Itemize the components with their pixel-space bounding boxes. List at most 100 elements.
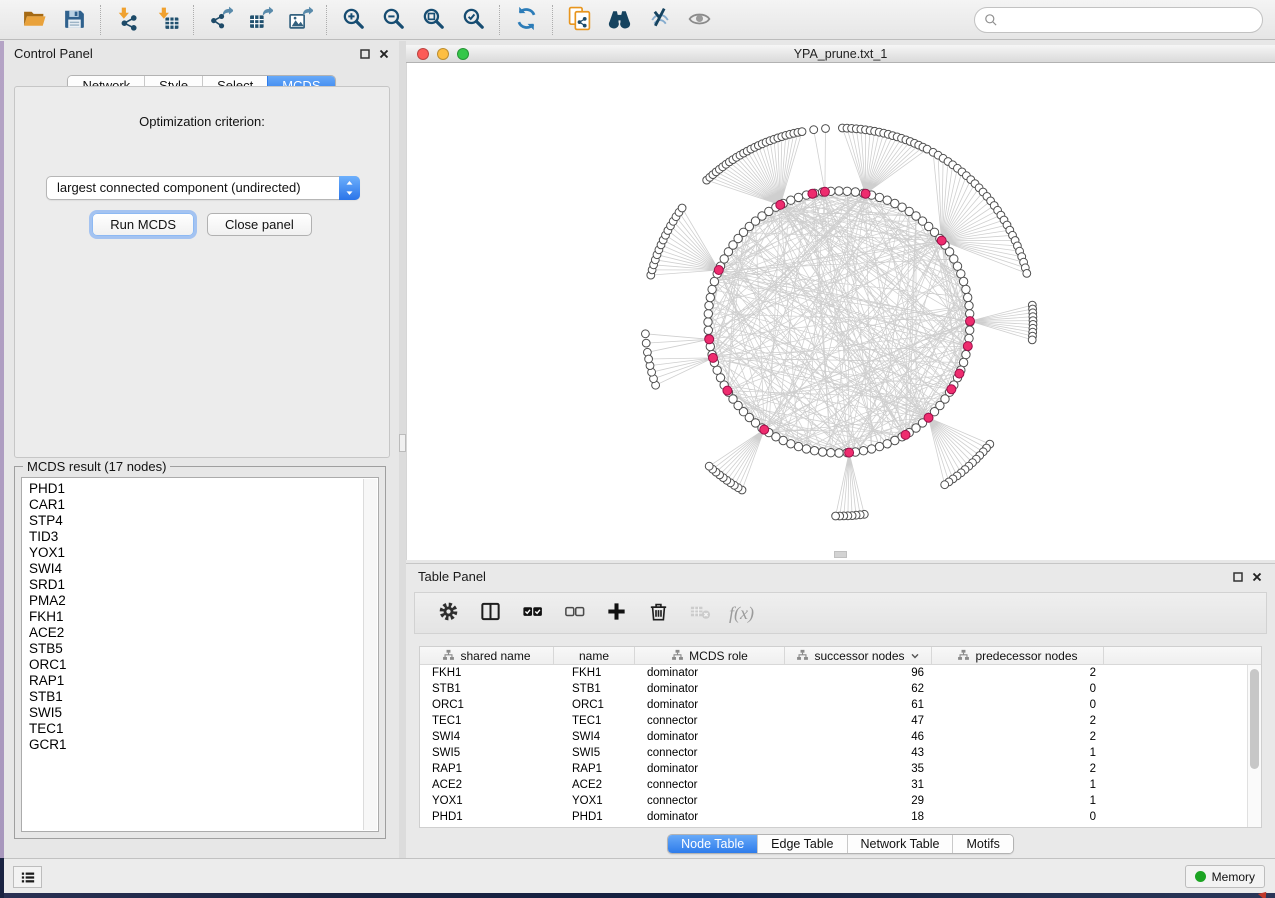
table-row[interactable]: SWI5SWI5connector431 [420,745,1247,761]
status-bar: Memory [4,858,1275,893]
mcds-result-node[interactable]: SWI4 [29,561,378,577]
deselect-all-rows-button[interactable] [561,600,588,627]
float-panel-button[interactable] [358,47,372,61]
table-cell: TEC1 [420,713,554,729]
share-document-button[interactable] [564,5,594,35]
table-cell: ACE2 [554,777,635,793]
mcds-result-node[interactable]: FKH1 [29,609,378,625]
mcds-result-node[interactable]: ORC1 [29,657,378,673]
splitter-handle[interactable] [399,434,406,452]
table-row[interactable]: ACE2ACE2connector311 [420,777,1247,793]
column-header-name[interactable]: name [554,647,635,664]
result-list-scrollbar[interactable] [363,479,377,830]
horizontal-splitter-handle[interactable] [834,551,847,558]
table-row[interactable]: TEC1TEC1connector472 [420,713,1247,729]
table-settings-button[interactable] [435,600,462,627]
table-cell: 1 [932,745,1104,761]
export-network-button[interactable] [205,5,235,35]
table-cell: connector [635,745,785,761]
table-tab-node-table[interactable]: Node Table [668,835,757,853]
table-row[interactable]: RAP1RAP1dominator352 [420,761,1247,777]
table-cell: 2 [932,713,1104,729]
memory-button[interactable]: Memory [1185,865,1265,888]
column-header-predecessor-nodes[interactable]: predecessor nodes [932,647,1104,664]
mcds-result-node[interactable]: PMA2 [29,593,378,609]
table-scrollbar-thumb[interactable] [1250,669,1259,769]
mcds-result-node[interactable]: TEC1 [29,721,378,737]
mcds-result-node[interactable]: SWI5 [29,705,378,721]
table-tab-network-table[interactable]: Network Table [847,835,953,853]
column-header-shared-name[interactable]: shared name [420,647,554,664]
mcds-result-node[interactable]: PHD1 [29,481,378,497]
table-row[interactable]: PHD1PHD1dominator180 [420,809,1247,825]
mcds-result-node[interactable]: YOX1 [29,545,378,561]
zoom-fit-button[interactable] [418,5,448,35]
table-cell: ORC1 [554,697,635,713]
select-all-rows-button[interactable] [519,600,546,627]
mcds-result-node[interactable]: STB5 [29,641,378,657]
show-graphics-details-button[interactable] [684,5,714,35]
table-cell: 0 [932,697,1104,713]
toggle-graphics-details-button[interactable] [644,5,674,35]
table-panel-header: Table Panel [406,564,1275,590]
mcds-result-list[interactable]: PHD1CAR1STP4TID3YOX1SWI4SRD1PMA2FKH1ACE2… [21,477,379,832]
table-cell: dominator [635,761,785,777]
table-tab-edge-table[interactable]: Edge Table [757,835,846,853]
table-cell: SWI5 [554,745,635,761]
mcds-result-node[interactable]: STP4 [29,513,378,529]
float-table-panel-button[interactable] [1231,570,1245,584]
mcds-result-node[interactable]: CAR1 [29,497,378,513]
table-cell: 96 [785,665,932,681]
mcds-tab-content: Optimization criterion: largest connecte… [14,86,390,458]
close-panel-button[interactable] [377,47,391,61]
mcds-result-node[interactable]: STB1 [29,689,378,705]
optimization-criterion-select[interactable]: largest connected component (undirected) [46,176,360,200]
network-canvas[interactable] [406,63,1275,560]
column-header-MCDS-role[interactable]: MCDS role [635,647,785,664]
table-cell: dominator [635,681,785,697]
network-graph[interactable] [407,63,1275,560]
table-cell: RAP1 [420,761,554,777]
mcds-result-node[interactable]: GCR1 [29,737,378,753]
toggle-columns-button[interactable] [477,600,504,627]
zoom-out-icon [381,6,406,34]
list-icon [19,869,36,886]
vertical-splitter[interactable] [399,41,406,858]
zoom-selected-button[interactable] [458,5,488,35]
mcds-result-node[interactable]: TID3 [29,529,378,545]
table-cell: 46 [785,729,932,745]
table-row[interactable]: FKH1FKH1dominator962 [420,665,1247,681]
add-row-button[interactable] [603,600,630,627]
zoom-in-button[interactable] [338,5,368,35]
import-network-button[interactable] [112,5,142,35]
mcds-result-node[interactable]: SRD1 [29,577,378,593]
search-field[interactable] [974,7,1263,33]
column-type-icon [796,649,809,662]
open-file-button[interactable] [19,5,49,35]
export-table-button[interactable] [245,5,275,35]
panel-menu-button[interactable] [13,866,42,888]
delete-rows-button[interactable] [645,600,672,627]
table-toolbar: f(x) [414,592,1267,634]
search-input[interactable] [999,10,1262,30]
table-row[interactable]: YOX1YOX1connector291 [420,793,1247,809]
close-table-panel-button[interactable] [1250,570,1264,584]
save-session-button[interactable] [59,5,89,35]
mcds-result-node[interactable]: RAP1 [29,673,378,689]
column-header-successor-nodes[interactable]: successor nodes [785,647,932,664]
table-tab-motifs[interactable]: Motifs [952,835,1012,853]
table-row[interactable]: STB1STB1dominator620 [420,681,1247,697]
share-document-icon [567,6,592,34]
refresh-button[interactable] [511,5,541,35]
zoom-out-button[interactable] [378,5,408,35]
export-image-button[interactable] [285,5,315,35]
mcds-result-node[interactable]: ACE2 [29,625,378,641]
table-scrollbar[interactable] [1247,665,1261,827]
search-network-button[interactable] [604,5,634,35]
table-row[interactable]: ORC1ORC1dominator610 [420,697,1247,713]
table-row[interactable]: SWI4SWI4dominator462 [420,729,1247,745]
run-mcds-button[interactable]: Run MCDS [92,213,194,236]
table-cell: dominator [635,665,785,681]
import-table-button[interactable] [152,5,182,35]
close-panel-button-2[interactable]: Close panel [207,213,312,236]
